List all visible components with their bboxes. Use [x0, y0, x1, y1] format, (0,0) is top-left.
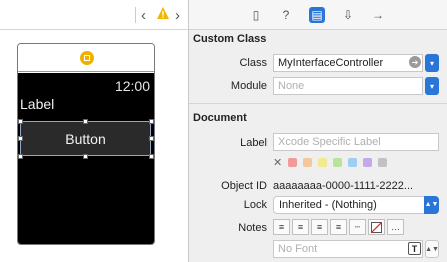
label-label: Label [240, 137, 267, 149]
lock-value: Inherited - (Nothing) [279, 199, 377, 211]
xcode-label-field[interactable]: Xcode Specific Label [273, 133, 439, 151]
swatch-gray[interactable] [378, 157, 387, 167]
resize-handle[interactable] [18, 119, 23, 124]
class-field[interactable]: MyInterfaceController [273, 54, 423, 72]
resize-handle[interactable] [83, 119, 88, 124]
swatch-green[interactable] [333, 157, 342, 167]
font-field[interactable]: No Font [273, 240, 423, 258]
scene-header [18, 44, 154, 72]
custom-class-title: Custom Class [193, 33, 267, 45]
swatch-orange[interactable] [303, 157, 312, 167]
module-field[interactable]: None [273, 77, 423, 95]
more-options-icon[interactable]: … [387, 219, 404, 235]
watch-screen: 12:00 Label Button [18, 73, 154, 244]
object-id-label: Object ID [221, 180, 267, 192]
connections-inspector-tab[interactable]: → [370, 7, 386, 23]
forward-arrow-icon[interactable]: › [175, 7, 180, 24]
object-id-value: aaaaaaaa-0000-1111-2222... [273, 180, 414, 192]
notes-toolbar: ≡ ≡ ≡ ≡ ┄ … [273, 219, 404, 235]
align-justify-icon[interactable]: ≡ [330, 219, 347, 235]
clear-color-icon[interactable]: ✕ [273, 156, 282, 169]
file-inspector-tab[interactable]: ▯ [248, 7, 264, 23]
align-left-icon[interactable]: ≡ [273, 219, 290, 235]
attributes-inspector-tab[interactable]: ⇩ [340, 7, 356, 23]
swatch-purple[interactable] [363, 157, 372, 167]
canvas-nav-bar: ‹ › [0, 0, 188, 30]
watch-button[interactable]: Button [20, 121, 151, 156]
warning-icon[interactable] [156, 6, 170, 20]
help-inspector-tab[interactable]: ? [278, 7, 294, 23]
attributes-icon: ⇩ [342, 8, 354, 22]
align-right-icon[interactable]: ≡ [311, 219, 328, 235]
identity-inspector: ▯ ? ▤ ⇩ → Custom Class Class MyInterface… [189, 0, 447, 262]
swatch-blue[interactable] [348, 157, 357, 167]
resize-handle[interactable] [18, 154, 23, 159]
class-label: Class [239, 57, 267, 69]
xcode-label-placeholder: Xcode Specific Label [278, 136, 381, 148]
module-label: Module [230, 80, 267, 92]
font-picker-icon[interactable]: T [408, 242, 421, 255]
align-center-icon[interactable]: ≡ [292, 219, 309, 235]
identity-inspector-tab[interactable]: ▤ [309, 7, 325, 23]
notes-label: Notes [238, 222, 267, 234]
swatch-yellow[interactable] [318, 157, 327, 167]
module-placeholder: None [278, 80, 305, 92]
interface-controller-scene[interactable]: 12:00 Label Button [17, 43, 155, 245]
go-to-class-icon[interactable]: ➔ [409, 56, 421, 68]
resize-handle[interactable] [149, 154, 154, 159]
help-icon: ? [282, 8, 290, 22]
document-title: Document [193, 112, 247, 124]
file-icon: ▯ [252, 8, 260, 22]
inspector-tab-bar: ▯ ? ▤ ⇩ → [189, 0, 447, 30]
swatch-red[interactable] [288, 157, 297, 167]
resize-handle[interactable] [149, 136, 154, 141]
resize-handle[interactable] [149, 119, 154, 124]
label-color-swatches: ✕ [273, 156, 387, 169]
text-spacing-icon[interactable]: ┄ [349, 219, 366, 235]
interface-controller-icon[interactable] [80, 51, 94, 65]
font-stepper[interactable]: ▲▼ [425, 240, 439, 258]
module-dropdown-button[interactable]: ▾ [425, 77, 439, 95]
resize-handle[interactable] [18, 136, 23, 141]
class-dropdown-button[interactable]: ▾ [425, 54, 439, 72]
connections-icon: → [372, 8, 384, 22]
resize-handle[interactable] [83, 154, 88, 159]
color-well-icon[interactable] [368, 219, 385, 235]
lock-popup-arrow-icon: ▲▼ [424, 196, 439, 214]
identity-icon: ▤ [311, 8, 323, 22]
lock-label: Lock [243, 199, 267, 211]
storyboard-canvas: ‹ › 12:00 Label Button [0, 0, 188, 262]
font-placeholder: No Font [278, 243, 318, 255]
time-display: 12:00 [114, 78, 150, 94]
bar-divider [135, 7, 136, 23]
lock-popup[interactable]: Inherited - (Nothing) ▲▼ [273, 196, 439, 214]
back-arrow-icon[interactable]: ‹ [141, 7, 146, 24]
section-divider [189, 103, 447, 104]
watch-label[interactable]: Label [20, 96, 54, 112]
